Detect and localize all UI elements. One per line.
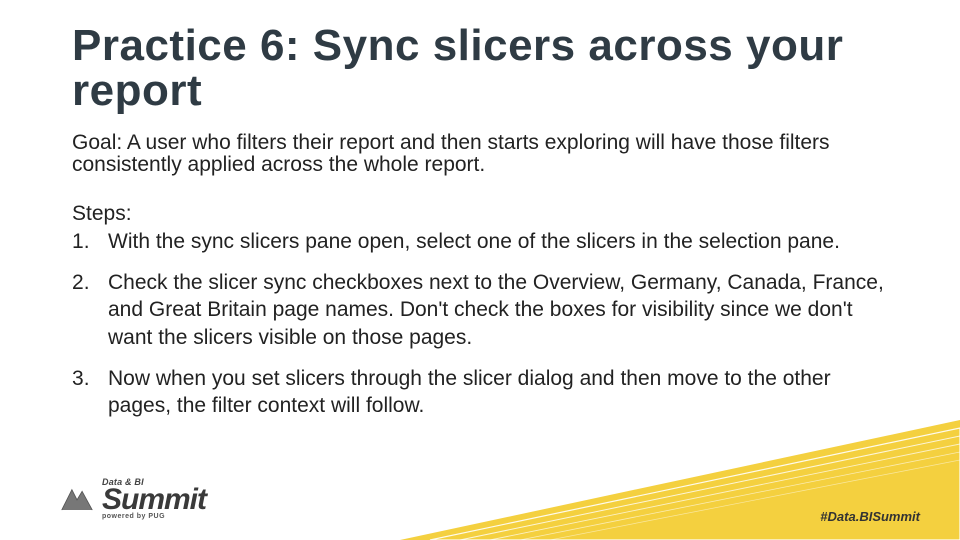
list-item: Now when you set slicers through the sli… (72, 365, 888, 420)
logo-pug-text: powered by PUG (102, 514, 206, 520)
content-area: Practice 6: Sync slicers across your rep… (0, 0, 960, 420)
steps-label: Steps: (72, 202, 888, 226)
goal-text: Goal: A user who filters their report an… (72, 132, 888, 176)
summit-mark-icon (60, 484, 94, 514)
summit-logo: Data & BI Summit powered by PUG (60, 479, 206, 520)
logo-text: Data & BI Summit powered by PUG (102, 479, 206, 520)
logo-big-text: Summit (102, 487, 206, 513)
steps-list: With the sync slicers pane open, select … (72, 228, 888, 420)
list-item: With the sync slicers pane open, select … (72, 228, 888, 255)
slide: Practice 6: Sync slicers across your rep… (0, 0, 960, 540)
hashtag: #Data.BISummit (820, 509, 920, 524)
slide-title: Practice 6: Sync slicers across your rep… (72, 24, 888, 114)
list-item: Check the slicer sync checkboxes next to… (72, 269, 888, 351)
